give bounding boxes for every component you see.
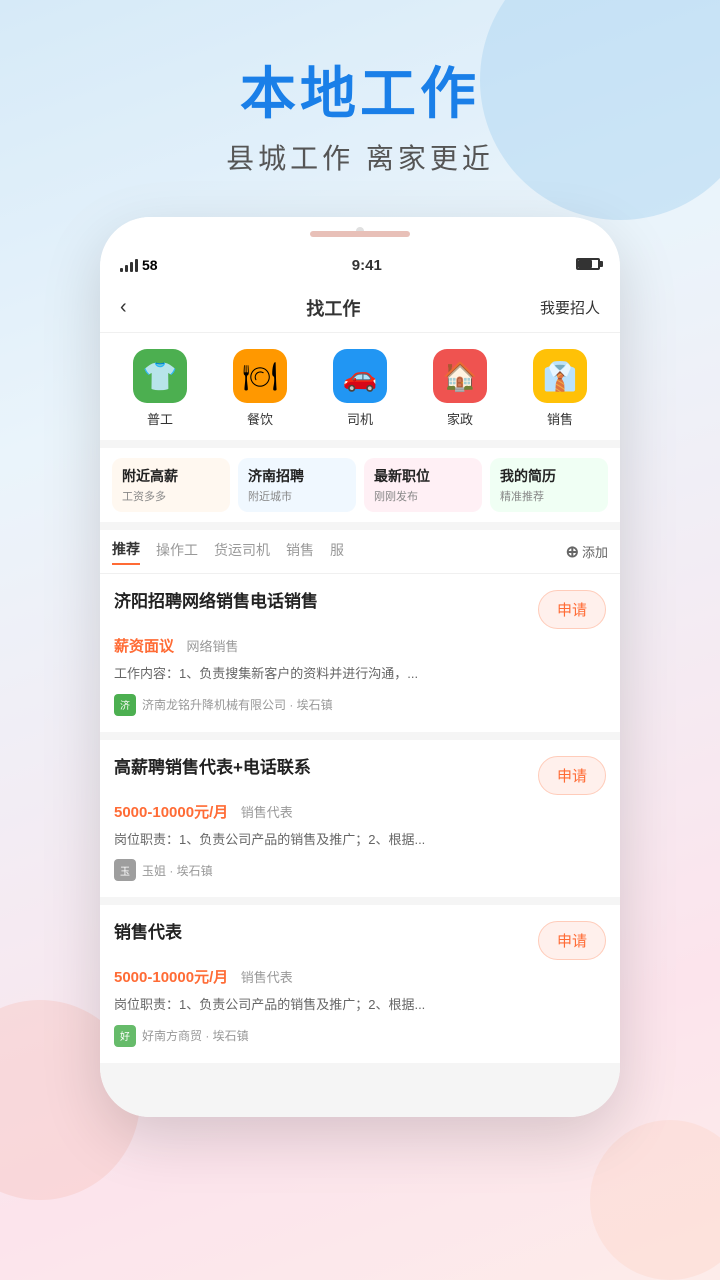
company-name-job2: 玉姐 · 埃石镇 [142,862,213,879]
nav-bar: ‹ 找工作 我要招人 [100,283,620,333]
category-icon-food: 🍽 [233,349,287,403]
job-card-job3[interactable]: 销售代表 申请 5000-10000元/月 销售代表 岗位职责：1、负责公司产品… [100,905,620,1063]
quick-card-jinan[interactable]: 济南招聘 附近城市 [238,458,356,512]
apply-button-job1[interactable]: 申请 [538,590,606,629]
tab-sales[interactable]: 销售 [286,540,314,564]
quick-card-resume[interactable]: 我的简历 精准推荐 [490,458,608,512]
signal-strength: 58 [142,257,158,273]
quick-card-title-nearby_high: 附近高薪 [122,466,220,486]
category-icon-general: 👕 [133,349,187,403]
job-title-job3: 销售代表 [114,921,526,945]
battery-fill [578,260,592,268]
job-type-job2: 销售代表 [241,805,293,820]
job-title-job1: 济阳招聘网络销售电话销售 [114,590,526,614]
header-area: 本地工作 县城工作 离家更近 [0,0,720,197]
category-icon-driver: 🚗 [333,349,387,403]
job-type-job3: 销售代表 [241,970,293,985]
tab-driver[interactable]: 货运司机 [214,540,270,564]
job-salary-job1: 薪资面议 [114,638,174,655]
job-company-job1: 济 济南龙铭升降机械有限公司 · 埃石镇 [114,694,606,716]
back-button[interactable]: ‹ [120,296,127,319]
tab-add-label: 添加 [582,542,608,561]
signal-icon [120,258,138,272]
category-item-general[interactable]: 👕 普工 [133,349,187,428]
tab-recommend[interactable]: 推荐 [112,539,140,565]
company-avatar-job1: 济 [114,694,136,716]
sub-title: 县城工作 离家更近 [0,137,720,177]
tab-operator[interactable]: 操作工 [156,540,198,564]
company-avatar-job3: 好 [114,1025,136,1047]
quick-card-title-jinan: 济南招聘 [248,466,346,486]
category-item-driver[interactable]: 🚗 司机 [333,349,387,428]
job-card-job2[interactable]: 高薪聘销售代表+电话联系 申请 5000-10000元/月 销售代表 岗位职责：… [100,740,620,898]
quick-card-nearby_high[interactable]: 附近高薪 工资多多 [112,458,230,512]
quick-card-sub-jinan: 附近城市 [248,488,346,504]
phone-top-bar [100,217,620,247]
job-desc-job3: 岗位职责：1、负责公司产品的销售及推广；2、根据... [114,995,606,1015]
apply-button-job3[interactable]: 申请 [538,921,606,960]
category-label-driver: 司机 [347,409,373,428]
job-type-job1: 网络销售 [186,639,238,654]
job-header: 高薪聘销售代表+电话联系 申请 [114,756,606,795]
category-label-general: 普工 [147,409,173,428]
category-icon-housekeeping: 🏠 [433,349,487,403]
bg-decoration-bottom-right [590,1120,720,1280]
quick-access-section: 附近高薪 工资多多 济南招聘 附近城市 最新职位 刚刚发布 我的简历 精准推荐 [100,448,620,522]
status-bar: 58 9:41 [100,247,620,283]
main-title: 本地工作 [0,60,720,127]
phone-notch-bar [310,231,410,237]
job-salary-job3: 5000-10000元/月 [114,969,228,986]
job-title-job2: 高薪聘销售代表+电话联系 [114,756,526,780]
job-header: 销售代表 申请 [114,921,606,960]
nav-title: 找工作 [306,295,360,321]
apply-button-job2[interactable]: 申请 [538,756,606,795]
category-item-food[interactable]: 🍽 餐饮 [233,349,287,428]
job-desc-job1: 工作内容：1、负责搜集新客户的资料并进行沟通，... [114,664,606,684]
quick-card-sub-resume: 精准推荐 [500,488,598,504]
category-icon-sales: 👔 [533,349,587,403]
job-desc-job2: 岗位职责：1、负责公司产品的销售及推广；2、根据... [114,830,606,850]
category-label-food: 餐饮 [247,409,273,428]
phone-mockup: 58 9:41 ‹ 找工作 我要招人 👕 普工 🍽 餐饮 🚗 司机 [100,217,620,1117]
battery-icon [576,257,600,273]
category-item-sales[interactable]: 👔 销售 [533,349,587,428]
tab-more[interactable]: 服 [330,540,344,564]
job-salary-job2: 5000-10000元/月 [114,804,228,821]
company-name-job1: 济南龙铭升降机械有限公司 · 埃石镇 [142,696,333,713]
category-section: 👕 普工 🍽 餐饮 🚗 司机 🏠 家政 👔 销售 [100,333,620,440]
category-item-housekeeping[interactable]: 🏠 家政 [433,349,487,428]
quick-card-latest[interactable]: 最新职位 刚刚发布 [364,458,482,512]
content-area: 👕 普工 🍽 餐饮 🚗 司机 🏠 家政 👔 销售 附近高薪 工资多多 济南招聘 … [100,333,620,1117]
tab-add-button[interactable]: ⊕添加 [566,542,608,562]
job-company-job3: 好 好南方商贸 · 埃石镇 [114,1025,606,1047]
company-avatar-job2: 玉 [114,859,136,881]
status-left: 58 [120,257,158,273]
quick-card-title-latest: 最新职位 [374,466,472,486]
tab-bar: 推荐操作工货运司机销售服 ⊕添加 [100,530,620,574]
quick-card-title-resume: 我的简历 [500,466,598,486]
category-label-housekeeping: 家政 [447,409,473,428]
job-company-job2: 玉 玉姐 · 埃石镇 [114,859,606,881]
job-card-job1[interactable]: 济阳招聘网络销售电话销售 申请 薪资面议 网络销售 工作内容：1、负责搜集新客户… [100,574,620,732]
status-time: 9:41 [352,257,382,274]
quick-card-sub-nearby_high: 工资多多 [122,488,220,504]
nav-action-button[interactable]: 我要招人 [540,297,600,318]
job-list: 济阳招聘网络销售电话销售 申请 薪资面议 网络销售 工作内容：1、负责搜集新客户… [100,574,620,1063]
company-name-job3: 好南方商贸 · 埃石镇 [142,1027,249,1044]
job-header: 济阳招聘网络销售电话销售 申请 [114,590,606,629]
quick-card-sub-latest: 刚刚发布 [374,488,472,504]
category-label-sales: 销售 [547,409,573,428]
